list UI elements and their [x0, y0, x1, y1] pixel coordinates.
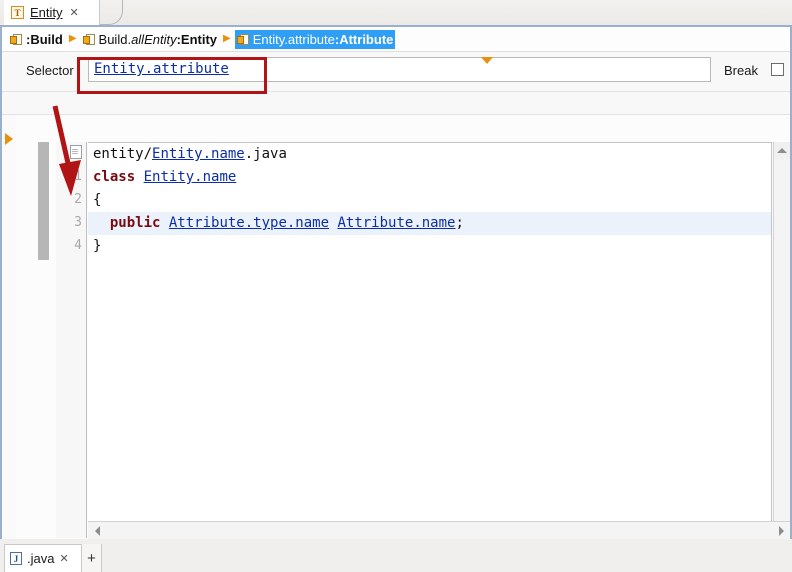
breadcrumb-item-build-label: :Build — [26, 32, 63, 47]
scroll-up-button[interactable] — [774, 142, 790, 159]
template-t-icon: T — [11, 6, 24, 19]
outline-indicator-bar — [38, 142, 49, 260]
breadcrumb-item-attribute-prefix: Entity.attribute — [253, 32, 335, 47]
close-icon[interactable]: ✕ — [59, 552, 68, 565]
triangle-left-icon — [95, 526, 100, 536]
break-checkbox[interactable] — [771, 63, 784, 76]
breadcrumb-item-allentity-emphasis: allEntity — [131, 32, 177, 47]
code-file-path-line: entity/Entity.name.java — [88, 143, 771, 166]
expand-panel-arrow-icon[interactable] — [5, 133, 13, 145]
breadcrumb-item-attribute-label: :Attribute — [335, 32, 394, 47]
triangle-up-icon — [777, 148, 787, 153]
application-window: T Entity ✕ :Build ▶ Build.allEntity:Enti… — [0, 0, 792, 572]
tab-entity-label: Entity — [30, 5, 63, 20]
code-editor: 1 2 3 4 entity/Entity.name.java class En… — [16, 117, 790, 539]
file-path-prefix: entity/ — [93, 146, 152, 162]
chevron-right-icon: ▶ — [223, 34, 231, 44]
line-number: 2 — [56, 188, 86, 211]
breadcrumb-item-attribute[interactable]: Entity.attribute:Attribute — [235, 30, 396, 49]
vertical-scrollbar[interactable] — [773, 142, 790, 538]
selector-label: Selector — [26, 63, 74, 78]
code-keyword: public — [110, 215, 161, 231]
left-rail — [2, 115, 16, 539]
breadcrumb-item-allentity-label: :Entity — [177, 32, 217, 47]
code-link-type[interactable]: Attribute.type.name — [169, 215, 329, 231]
breadcrumb-item-build[interactable]: :Build — [8, 30, 65, 49]
bottom-tab-strip: J .java ✕ + — [0, 539, 792, 572]
code-line-3: public Attribute.type.name Attribute.nam… — [88, 212, 771, 235]
code-link-name[interactable]: Attribute.name — [337, 215, 455, 231]
code-text: ; — [455, 215, 463, 231]
java-file-icon: J — [10, 552, 22, 565]
scroll-right-button[interactable] — [773, 523, 789, 539]
chevron-right-icon: ▶ — [69, 34, 77, 44]
bottom-tab-java-label: .java — [27, 551, 54, 566]
horizontal-scrollbar[interactable] — [88, 521, 790, 539]
breadcrumb-item-allentity[interactable]: Build.allEntity:Entity — [81, 30, 220, 49]
file-path-suffix: .java — [245, 146, 287, 162]
code-line-2: { — [88, 189, 771, 212]
code-line-1: class Entity.name — [88, 166, 771, 189]
gutter-file-icon-row — [56, 142, 86, 165]
selector-input[interactable]: Entity.attribute — [88, 57, 711, 82]
document-icon — [70, 145, 82, 159]
file-path-link[interactable]: Entity.name — [152, 146, 245, 162]
editor-tab-strip: T Entity ✕ — [0, 0, 792, 25]
add-tab-button[interactable]: + — [82, 544, 102, 572]
model-element-icon — [83, 33, 96, 46]
code-text: { — [93, 192, 101, 208]
code-line-4: } — [88, 235, 771, 258]
line-number: 3 — [56, 211, 86, 234]
marker-strip — [2, 92, 790, 115]
selector-row: Selector Entity.attribute Break — [2, 52, 790, 92]
caret-down-marker-icon[interactable] — [481, 57, 493, 64]
model-element-icon — [10, 33, 23, 46]
close-icon[interactable]: ✕ — [70, 7, 79, 18]
code-keyword: class — [93, 169, 135, 185]
code-text: } — [93, 238, 101, 254]
editor-gutter: 1 2 3 4 — [56, 142, 87, 538]
code-link[interactable]: Entity.name — [144, 169, 237, 185]
main-panel: :Build ▶ Build.allEntity:Entity ▶ Entity… — [0, 25, 792, 539]
line-number: 1 — [56, 165, 86, 188]
line-number: 4 — [56, 234, 86, 257]
break-label: Break — [724, 63, 758, 78]
tab-entity[interactable]: T Entity ✕ — [4, 0, 100, 25]
code-content[interactable]: entity/Entity.name.java class Entity.nam… — [88, 142, 772, 538]
bottom-tab-java[interactable]: J .java ✕ — [4, 544, 82, 572]
model-element-icon — [237, 33, 250, 46]
triangle-right-icon — [779, 526, 784, 536]
breadcrumb-item-allentity-prefix: Build. — [99, 32, 132, 47]
scroll-left-button[interactable] — [89, 523, 105, 539]
breadcrumb: :Build ▶ Build.allEntity:Entity ▶ Entity… — [2, 27, 790, 52]
selector-input-value: Entity.attribute — [94, 61, 229, 77]
